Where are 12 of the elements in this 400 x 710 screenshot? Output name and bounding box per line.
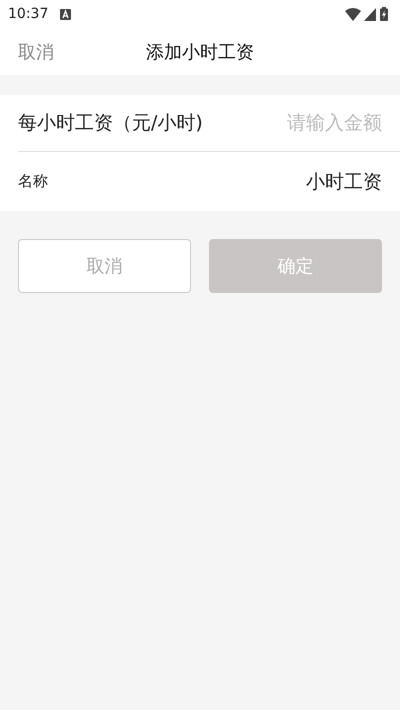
notification-icon <box>60 8 72 20</box>
cancel-button[interactable]: 取消 <box>18 239 191 293</box>
cancel-link[interactable]: 取消 <box>18 40 54 64</box>
battery-charging-icon <box>380 7 388 21</box>
wifi-icon <box>345 8 361 20</box>
field-label: 每小时工资（元/小时) <box>18 111 203 136</box>
amount-input[interactable]: 请输入金额 <box>242 112 382 134</box>
page-title: 添加小时工资 <box>146 41 254 64</box>
status-time: 10:37 <box>8 6 48 22</box>
name-value: 小时工资 <box>306 170 382 194</box>
signal-icon <box>364 8 376 20</box>
field-label: 名称 <box>18 172 48 191</box>
